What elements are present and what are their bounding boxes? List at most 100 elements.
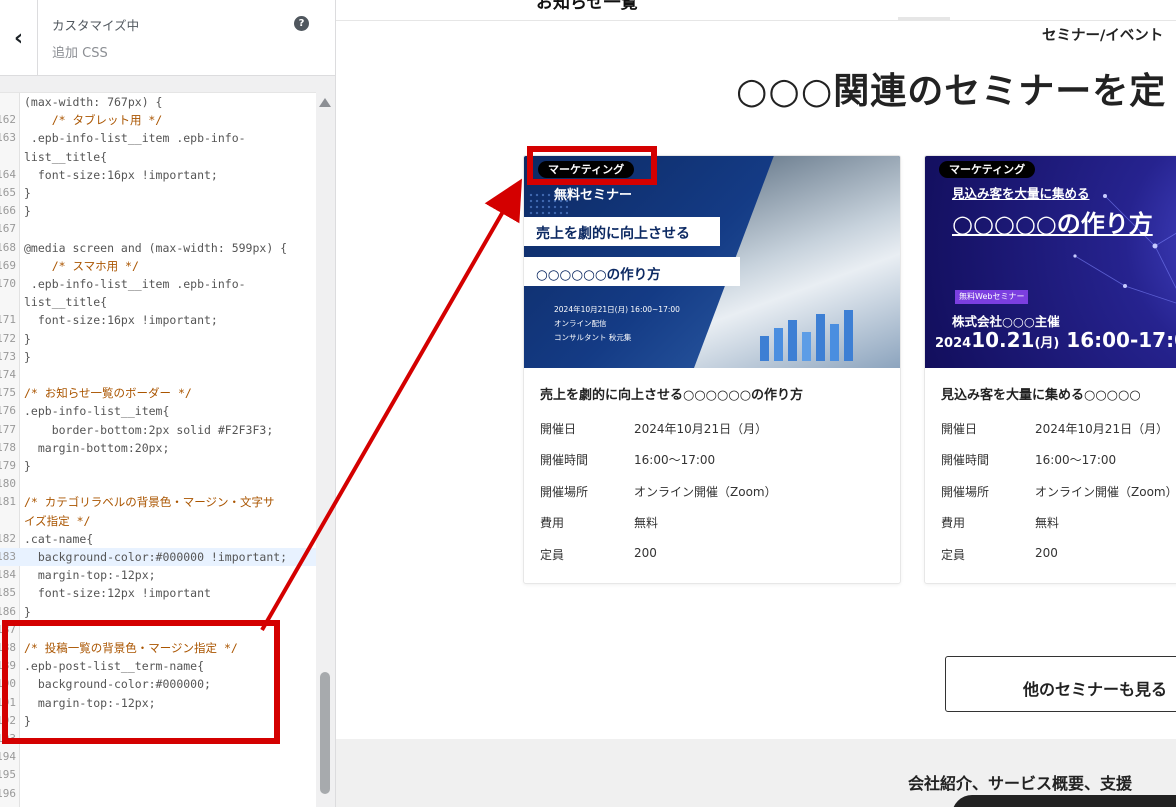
code-line[interactable]: 169 /* スマホ用 */ (0, 257, 316, 275)
chart-decoration (760, 310, 853, 361)
footer-button[interactable] (952, 795, 1176, 807)
code-line[interactable]: イズ指定 */ (0, 512, 316, 530)
seminar-banner[interactable]: 見込み客を大量に集める ○○○○○の作り方 無料Webセミナー 株式会社○○○主… (925, 156, 1176, 368)
code-line[interactable]: 173} (0, 348, 316, 366)
scrollbar-thumb[interactable] (320, 672, 330, 794)
code-line[interactable]: 164 font-size:16px !important; (0, 166, 316, 184)
code-text: } (24, 459, 31, 473)
category-tag[interactable]: マーケティング (939, 161, 1036, 178)
info-value: 2024年10月21日（月） (634, 422, 768, 436)
code-text: .epb-info-list__item{ (24, 404, 170, 419)
code-line[interactable]: 166} (0, 202, 316, 220)
code-text: margin-top:-12px; (24, 568, 156, 583)
line-number: 172 (0, 331, 16, 345)
tab-underline (898, 17, 950, 20)
code-text: font-size:16px !important; (24, 313, 218, 328)
code-line[interactable]: 176 .epb-info-list__item{ (0, 402, 316, 420)
clipped-heading: お知らせ一覧 (536, 0, 638, 13)
code-line[interactable]: 168 @media screen and (max-width: 599px) … (0, 239, 316, 257)
code-text: イズ指定 */ (24, 513, 91, 528)
panel-title: 追加 CSS (52, 46, 108, 61)
seminar-banner[interactable]: 無料セミナー 売上を劇的に向上させる ○○○○○○の作り方 2024年10月21… (524, 156, 900, 368)
code-line[interactable]: 196 (0, 785, 316, 803)
line-number: 167 (0, 222, 16, 236)
info-label: 開催時間 (540, 453, 589, 467)
code-text: .epb-info-list__item .epb-info- (24, 131, 246, 146)
code-line[interactable]: 179} (0, 457, 316, 475)
code-line[interactable]: 183 background-color:#000000 !important; (0, 548, 316, 567)
code-text: font-size:12px !important (24, 586, 211, 601)
info-label: 開催場所 (540, 485, 589, 499)
banner-date-md: 10.21 (971, 328, 1035, 352)
info-value: 無料 (634, 516, 659, 530)
code-line[interactable]: 171 font-size:16px !important; (0, 311, 316, 329)
back-button[interactable]: ‹ (0, 0, 38, 76)
code-text: (max-width: 767px) { (24, 95, 163, 109)
line-number: 162 (0, 113, 16, 127)
info-label: 開催場所 (941, 485, 990, 499)
code-line[interactable]: 195 (0, 766, 316, 784)
code-line[interactable]: 174 (0, 366, 316, 384)
line-number: 181 (0, 495, 16, 509)
card-title[interactable]: 見込み客を大量に集める○○○○○ (941, 384, 1141, 403)
line-number: 165 (0, 186, 16, 199)
seminar-card[interactable]: 見込み客を大量に集める ○○○○○の作り方 無料Webセミナー 株式会社○○○主… (924, 155, 1176, 584)
site-preview: お知らせ一覧 セミナー/イベント ○○○関連のセミナーを定 無料セミナー 売上を… (336, 0, 1176, 807)
banner-badge: 無料Webセミナー (955, 290, 1029, 304)
info-label: 定員 (941, 548, 966, 562)
line-number: 186 (0, 604, 16, 618)
info-label: 開催時間 (941, 453, 990, 467)
line-number: 173 (0, 349, 16, 363)
line-number: 169 (0, 258, 16, 272)
help-icon[interactable]: ? (294, 16, 309, 31)
section-label: セミナー/イベント (1042, 28, 1164, 44)
line-number: 180 (0, 477, 16, 491)
code-line[interactable]: 186} (0, 603, 316, 621)
code-line[interactable]: 165} (0, 184, 316, 202)
banner-date-year: 2024 (935, 336, 972, 351)
code-line[interactable]: 182 .cat-name{ (0, 530, 316, 548)
scroll-up-arrow-icon[interactable] (319, 98, 331, 107)
customizer-header: ‹ カスタマイズ中 追加 CSS ? (0, 0, 335, 76)
code-text: @media screen and (max-width: 599px) { (24, 240, 288, 255)
code-text: } (24, 186, 31, 200)
code-line[interactable]: 180 (0, 475, 316, 493)
chevron-left-icon: ‹ (13, 25, 24, 51)
code-line[interactable]: 197 (0, 803, 316, 807)
code-line[interactable]: 175 /* お知らせ一覧のボーダー */ (0, 384, 316, 402)
line-number: 184 (0, 568, 16, 582)
banner-headline-box: 売上を劇的に向上させる (524, 217, 720, 246)
more-seminars-button[interactable]: 他のセミナーも見る (945, 656, 1176, 712)
code-line[interactable]: 181 /* カテゴリラベルの背景色・マージン・文字サ (0, 493, 316, 511)
line-number: 168 (0, 240, 16, 254)
line-number: 175 (0, 386, 16, 400)
code-line[interactable]: (max-width: 767px) { (0, 93, 316, 111)
line-number: 195 (0, 768, 16, 782)
card-title[interactable]: 売上を劇的に向上させる○○○○○○の作り方 (540, 384, 803, 403)
code-line[interactable]: 167 (0, 220, 316, 238)
banner-speaker: コンサルタント 秋元集 (554, 333, 632, 342)
line-number: 196 (0, 786, 16, 800)
code-line[interactable]: 184 margin-top:-12px; (0, 566, 316, 584)
seminar-card[interactable]: 無料セミナー 売上を劇的に向上させる ○○○○○○の作り方 2024年10月21… (523, 155, 901, 584)
section-heading: ○○○関連のセミナーを定 (736, 71, 1167, 112)
line-number: 197 (0, 803, 16, 807)
code-line[interactable]: list__title{ (0, 148, 316, 166)
line-number: 166 (0, 204, 16, 218)
code-line[interactable]: 163 .epb-info-list__item .epb-info- (0, 129, 316, 147)
line-number: 171 (0, 313, 16, 327)
code-line[interactable]: 170 .epb-info-list__item .epb-info- (0, 275, 316, 293)
code-line[interactable]: 185 font-size:12px !important (0, 584, 316, 602)
banner-date-dow: (月) (1034, 336, 1060, 351)
code-line[interactable]: list__title{ (0, 293, 316, 311)
customizer-subtitle: カスタマイズ中 (52, 18, 140, 33)
code-line[interactable]: 172} (0, 330, 316, 348)
banner-venue: オンライン配信 (554, 319, 607, 328)
info-label: 開催日 (540, 422, 577, 436)
code-line[interactable]: 178 margin-bottom:20px; (0, 439, 316, 457)
code-line[interactable]: 177 border-bottom:2px solid #F2F3F3; (0, 421, 316, 439)
code-line[interactable]: 194 (0, 748, 316, 766)
line-number: 182 (0, 531, 16, 545)
code-line[interactable]: 162 /* タブレット用 */ (0, 111, 316, 129)
info-label: 定員 (540, 548, 565, 562)
